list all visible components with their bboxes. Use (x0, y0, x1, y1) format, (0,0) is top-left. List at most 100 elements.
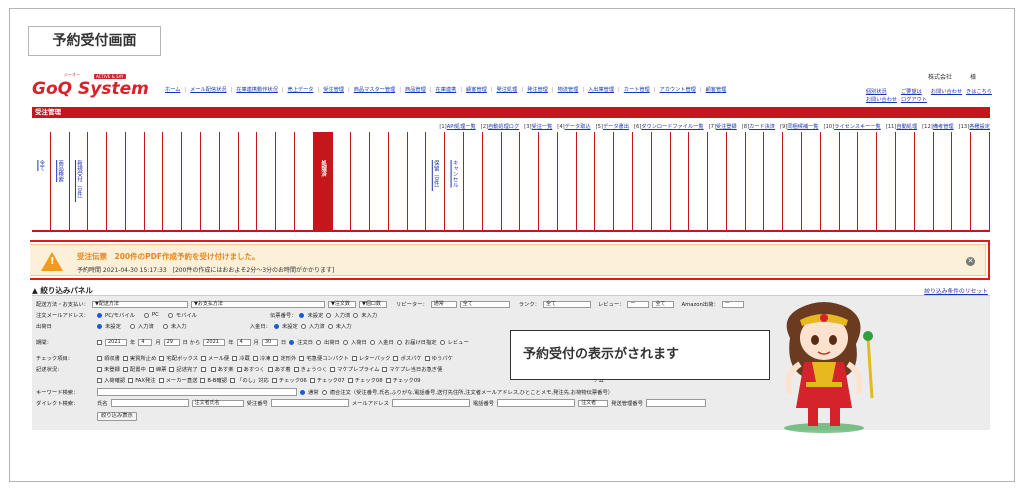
radio-ship-date[interactable] (316, 339, 322, 345)
check-item[interactable]: あす着 (267, 365, 291, 373)
check-item[interactable]: B-B確認 (200, 376, 227, 384)
checkbox[interactable] (252, 355, 258, 361)
checkbox[interactable] (382, 366, 388, 372)
status-column-label[interactable]: キャンセル (451, 160, 458, 188)
checkbox[interactable] (232, 355, 238, 361)
status-column[interactable]: 全て (32, 132, 51, 230)
status-column[interactable] (388, 132, 408, 230)
nav-right-item[interactable]: お問い合わせ (866, 96, 897, 104)
subnav-item[interactable]: [1]API処理一覧 (439, 123, 475, 130)
check-item[interactable]: 領収書 (97, 354, 120, 362)
check-item[interactable]: 宅配ボックス (159, 354, 198, 362)
check-item[interactable]: 冷凍 (252, 354, 270, 362)
radio-review[interactable] (439, 339, 445, 345)
status-column[interactable] (576, 132, 596, 230)
check-item[interactable]: レターパック (351, 354, 390, 362)
subnav-item[interactable]: [3]受注一覧 (524, 123, 552, 130)
nav-item[interactable]: 商品管理 (405, 86, 426, 94)
checkbox[interactable] (97, 366, 102, 372)
to-month-select[interactable]: 4 (236, 338, 251, 346)
status-column[interactable] (895, 132, 915, 230)
check-item[interactable]: 未登録 (97, 365, 120, 373)
status-column[interactable] (745, 132, 765, 230)
status-column[interactable] (276, 132, 295, 230)
status-column[interactable] (708, 132, 727, 230)
status-column[interactable]: 新規受付（0件） (69, 132, 89, 230)
status-column[interactable] (107, 132, 126, 230)
check-item[interactable]: チェック09 (385, 376, 421, 384)
period-checkbox[interactable] (97, 339, 102, 345)
subnav-label[interactable]: ライセンスキー一覧 (834, 124, 881, 130)
subnav-item[interactable]: [2]自動処理ログ (481, 123, 520, 130)
check-item[interactable] (200, 365, 208, 373)
checkbox[interactable] (393, 355, 399, 361)
checkbox[interactable] (128, 377, 134, 383)
checkbox[interactable] (293, 366, 299, 372)
status-column[interactable] (839, 132, 859, 230)
radio-pay-entered[interactable] (300, 323, 306, 329)
check-item[interactable]: 締票 (148, 365, 166, 373)
goq-logo[interactable]: ジーオー ACTIVE & SAY GoQ System (32, 72, 149, 99)
status-column[interactable] (952, 132, 972, 230)
status-column[interactable] (144, 132, 164, 230)
checkbox[interactable] (200, 377, 206, 383)
amazon-select[interactable]: ー (721, 300, 744, 308)
subnav-label[interactable]: 自動処理 (896, 124, 917, 130)
to-day-select[interactable]: 30 (261, 338, 278, 346)
status-column[interactable]: 保留（0件） (426, 132, 446, 230)
check-item[interactable]: 宅急便コンパクト (299, 354, 349, 362)
checkbox[interactable] (148, 366, 154, 372)
status-column[interactable] (595, 132, 615, 230)
subnav-label[interactable]: API処理一覧 (447, 124, 476, 130)
subnav-label[interactable]: ダウンロードファイル一覧 (641, 124, 703, 130)
status-column[interactable] (163, 132, 183, 230)
radio-slip-empty[interactable] (353, 312, 359, 318)
order-count-select[interactable]: ▼注文数 (327, 300, 356, 308)
checkbox[interactable] (169, 366, 175, 372)
nav-item[interactable]: 物流管理 (558, 86, 579, 94)
checkbox[interactable] (201, 355, 207, 361)
status-column-label[interactable]: 保留（0件） (432, 160, 439, 191)
subnav-label[interactable]: カード決済 (749, 124, 775, 130)
subnav-item[interactable]: [8]カード決済 (742, 123, 775, 130)
check-item[interactable]: 実質所止め (122, 354, 156, 362)
status-column[interactable] (651, 132, 671, 230)
nav-item[interactable]: アカウント管理 (660, 86, 696, 94)
from-year-select[interactable]: 2021 (105, 338, 127, 346)
rank-select[interactable]: 全て (542, 300, 591, 308)
checkbox[interactable] (347, 377, 353, 383)
subnav-item[interactable]: [5]データ書出 (596, 123, 629, 130)
status-column[interactable] (614, 132, 633, 230)
checkbox[interactable] (158, 377, 164, 383)
status-column[interactable] (933, 132, 953, 230)
review-filter-select[interactable]: 全て (652, 300, 675, 308)
checkbox[interactable] (97, 377, 102, 383)
check-item[interactable]: マケプレプライム (330, 365, 379, 373)
order-number-input[interactable] (270, 399, 349, 407)
status-column-label[interactable]: 全て (37, 160, 44, 171)
check-item[interactable]: 「のし」対応 (230, 376, 269, 384)
check-item[interactable]: チェック08 (347, 376, 383, 384)
from-month-select[interactable]: 4 (138, 338, 153, 346)
checkbox[interactable] (97, 355, 102, 361)
status-column[interactable] (877, 132, 896, 230)
close-circle-icon[interactable]: ✕ (966, 257, 975, 266)
status-column[interactable] (726, 132, 746, 230)
subnav-item[interactable]: [12]備考管理 (922, 123, 953, 130)
checkbox[interactable] (200, 366, 206, 372)
checkbox[interactable] (271, 377, 277, 383)
checkbox[interactable] (159, 355, 165, 361)
nav-right-item[interactable]: 個別状況 (866, 88, 897, 96)
check-item[interactable]: ゆうパケ (424, 354, 453, 362)
status-column-label[interactable]: 商品検索 (56, 160, 63, 182)
check-item[interactable]: 定形外 (273, 354, 296, 362)
radio-keyword-match[interactable] (321, 389, 327, 395)
nav-right-item[interactable]: きはこちら (966, 88, 992, 96)
radio-pc[interactable] (143, 312, 149, 318)
subnav-item[interactable]: [4]データ取込 (557, 123, 590, 130)
subnav-item[interactable]: [6]ダウンロードファイル一覧 (634, 123, 704, 130)
status-column[interactable] (257, 132, 277, 230)
radio-pay-unset[interactable] (273, 323, 279, 329)
check-item[interactable]: あす楽 (210, 365, 234, 373)
radio-slip-unset[interactable] (299, 312, 305, 318)
